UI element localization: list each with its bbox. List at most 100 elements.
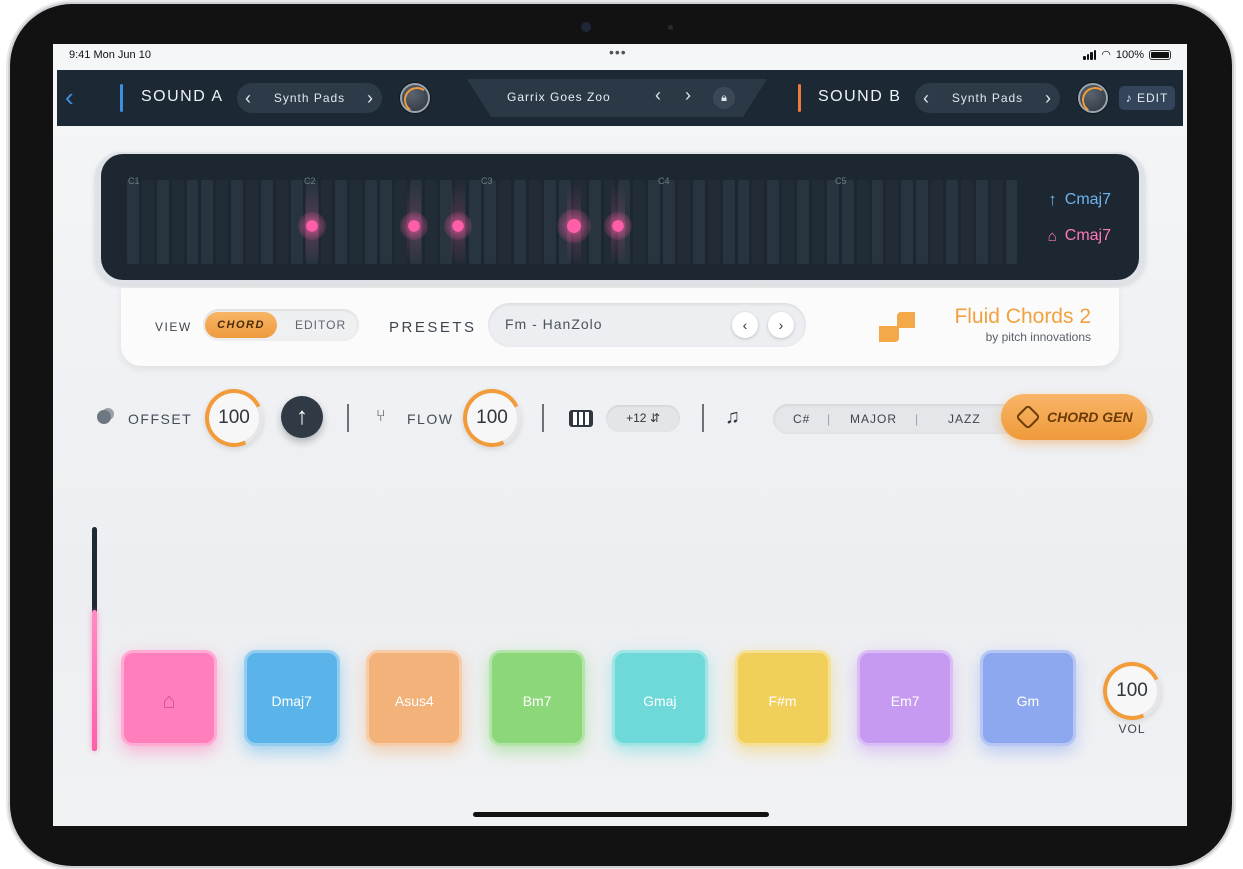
view-panel: VIEW CHORD EDITOR PRESETS Fm - HanZolo ‹…	[121, 288, 1119, 366]
piano-key[interactable]	[841, 180, 854, 264]
chord-pad[interactable]: Dmaj7	[243, 650, 340, 746]
piano-key[interactable]	[782, 180, 795, 264]
piano-key[interactable]	[201, 180, 214, 264]
piano-key[interactable]	[856, 180, 869, 264]
chord-pad[interactable]: Asus4	[366, 650, 463, 746]
piano-key[interactable]	[737, 180, 750, 264]
music-note-sparkle-icon[interactable]: ♫	[725, 406, 742, 429]
piano-key[interactable]	[826, 180, 839, 264]
piano-key[interactable]	[529, 180, 541, 264]
piano-key[interactable]	[216, 180, 229, 264]
view-option-editor[interactable]: EDITOR	[295, 309, 346, 341]
gen-style[interactable]: JAZZ	[948, 404, 981, 434]
link-icon[interactable]	[97, 410, 111, 424]
chord-pad[interactable]: Em7	[857, 650, 954, 746]
back-chevron-icon[interactable]: ‹	[65, 84, 74, 110]
piano-key[interactable]	[931, 180, 943, 264]
offset-knob[interactable]: 100	[205, 389, 263, 447]
piano-key[interactable]	[186, 180, 199, 264]
piano-key[interactable]	[663, 180, 675, 264]
piano-key[interactable]	[767, 180, 780, 264]
chord-pad[interactable]: F#m	[734, 650, 831, 746]
chord-pad[interactable]: Bm7	[489, 650, 586, 746]
piano-key[interactable]	[350, 180, 363, 264]
chevron-right-icon[interactable]: ›	[367, 89, 374, 107]
divider	[702, 404, 704, 432]
piano-key[interactable]	[1005, 180, 1018, 264]
gen-key[interactable]: C#	[793, 404, 810, 434]
flow-knob[interactable]: 100	[463, 389, 521, 447]
piano-key[interactable]	[514, 180, 527, 264]
piano-key[interactable]	[261, 180, 273, 264]
offset-direction-arrow-up-icon[interactable]: ↑	[281, 396, 323, 438]
piano-key[interactable]	[797, 180, 809, 264]
piano-key[interactable]	[811, 180, 824, 264]
preset-prev-button[interactable]: ‹	[732, 312, 758, 338]
chevron-left-icon[interactable]: ‹	[245, 89, 252, 107]
divider: |	[915, 412, 920, 426]
piano-key[interactable]	[231, 180, 244, 264]
piano-key[interactable]	[171, 180, 184, 264]
piano-key[interactable]	[916, 180, 929, 264]
piano-key[interactable]	[380, 180, 393, 264]
preset-next-chevron-icon[interactable]: ›	[685, 85, 691, 106]
piano-key[interactable]	[335, 180, 348, 264]
piano-key[interactable]	[648, 180, 661, 264]
preset-prev-chevron-icon[interactable]: ‹	[655, 85, 661, 106]
active-note	[298, 212, 327, 240]
piano-key[interactable]	[141, 180, 154, 264]
piano-key[interactable]	[901, 180, 914, 264]
velocity-slider[interactable]	[92, 527, 97, 751]
piano-key[interactable]	[543, 180, 556, 264]
piano-key[interactable]	[484, 180, 497, 264]
chord-gen-button[interactable]: CHORD GEN	[1001, 394, 1147, 440]
preset-next-button[interactable]: ›	[768, 312, 794, 338]
chord-pad[interactable]: Gm	[979, 650, 1076, 746]
lock-icon[interactable]: 🔒︎	[713, 87, 735, 109]
sound-a-category-selector[interactable]: ‹ Synth Pads ›	[237, 83, 382, 113]
piano-key[interactable]	[752, 180, 765, 264]
piano-key[interactable]	[156, 180, 169, 264]
sound-a-label: SOUND A	[141, 88, 224, 105]
home-indicator[interactable]	[473, 812, 769, 817]
chord-pad[interactable]: Gmaj	[611, 650, 708, 746]
piano-key[interactable]	[945, 180, 958, 264]
piano-key[interactable]	[127, 180, 139, 264]
piano-key[interactable]	[707, 180, 720, 264]
multitask-dots[interactable]: •••	[609, 44, 627, 60]
sound-a-knob[interactable]	[400, 83, 430, 113]
preset-name[interactable]: Garrix Goes Zoo	[507, 90, 611, 104]
chord-gen-label: CHORD GEN	[1047, 409, 1133, 425]
piano-key[interactable]	[886, 180, 899, 264]
octave-stepper[interactable]: +12 ⇵	[606, 405, 680, 432]
flow-label: FLOW	[407, 411, 454, 427]
home-icon: ⌂	[1047, 227, 1057, 245]
piano-key[interactable]	[499, 180, 512, 264]
piano-key[interactable]	[365, 180, 378, 264]
sound-b-category-selector[interactable]: ‹ Synth Pads ›	[915, 83, 1060, 113]
piano-key[interactable]	[960, 180, 973, 264]
sound-b-knob[interactable]	[1078, 83, 1108, 113]
volume-knob[interactable]: 100	[1103, 662, 1161, 720]
app-screen: 9:41 Mon Jun 10 ••• ◠ 100% ‹ SOUND A ‹ S…	[53, 44, 1187, 826]
piano-key[interactable]	[692, 180, 705, 264]
view-toggle[interactable]: CHORD EDITOR	[203, 309, 359, 341]
preset-selector[interactable]: Fm - HanZolo ‹ ›	[488, 303, 806, 347]
piano-key[interactable]	[246, 180, 259, 264]
piano-key[interactable]	[871, 180, 884, 264]
piano-key[interactable]	[633, 180, 646, 264]
view-option-chord[interactable]: CHORD	[205, 312, 277, 338]
piano-key[interactable]	[722, 180, 735, 264]
piano-key[interactable]	[975, 180, 988, 264]
edit-button[interactable]: ♪ EDIT	[1119, 86, 1175, 110]
piano-key[interactable]	[677, 180, 690, 264]
piano-key[interactable]	[275, 180, 288, 264]
chevron-right-icon[interactable]: ›	[1045, 89, 1052, 107]
piano-key[interactable]	[990, 180, 1003, 264]
chevron-left-icon[interactable]: ‹	[923, 89, 930, 107]
piano-keyboard[interactable]: C1 C2 C3 C4 C5 ↑ Cmaj7 ⌂ Cmaj7	[101, 154, 1139, 280]
sound-b-label: SOUND B	[818, 88, 902, 105]
octave-label: C4	[658, 176, 670, 186]
gen-scale[interactable]: MAJOR	[850, 404, 897, 434]
chord-pad[interactable]: ⌂	[121, 650, 217, 746]
